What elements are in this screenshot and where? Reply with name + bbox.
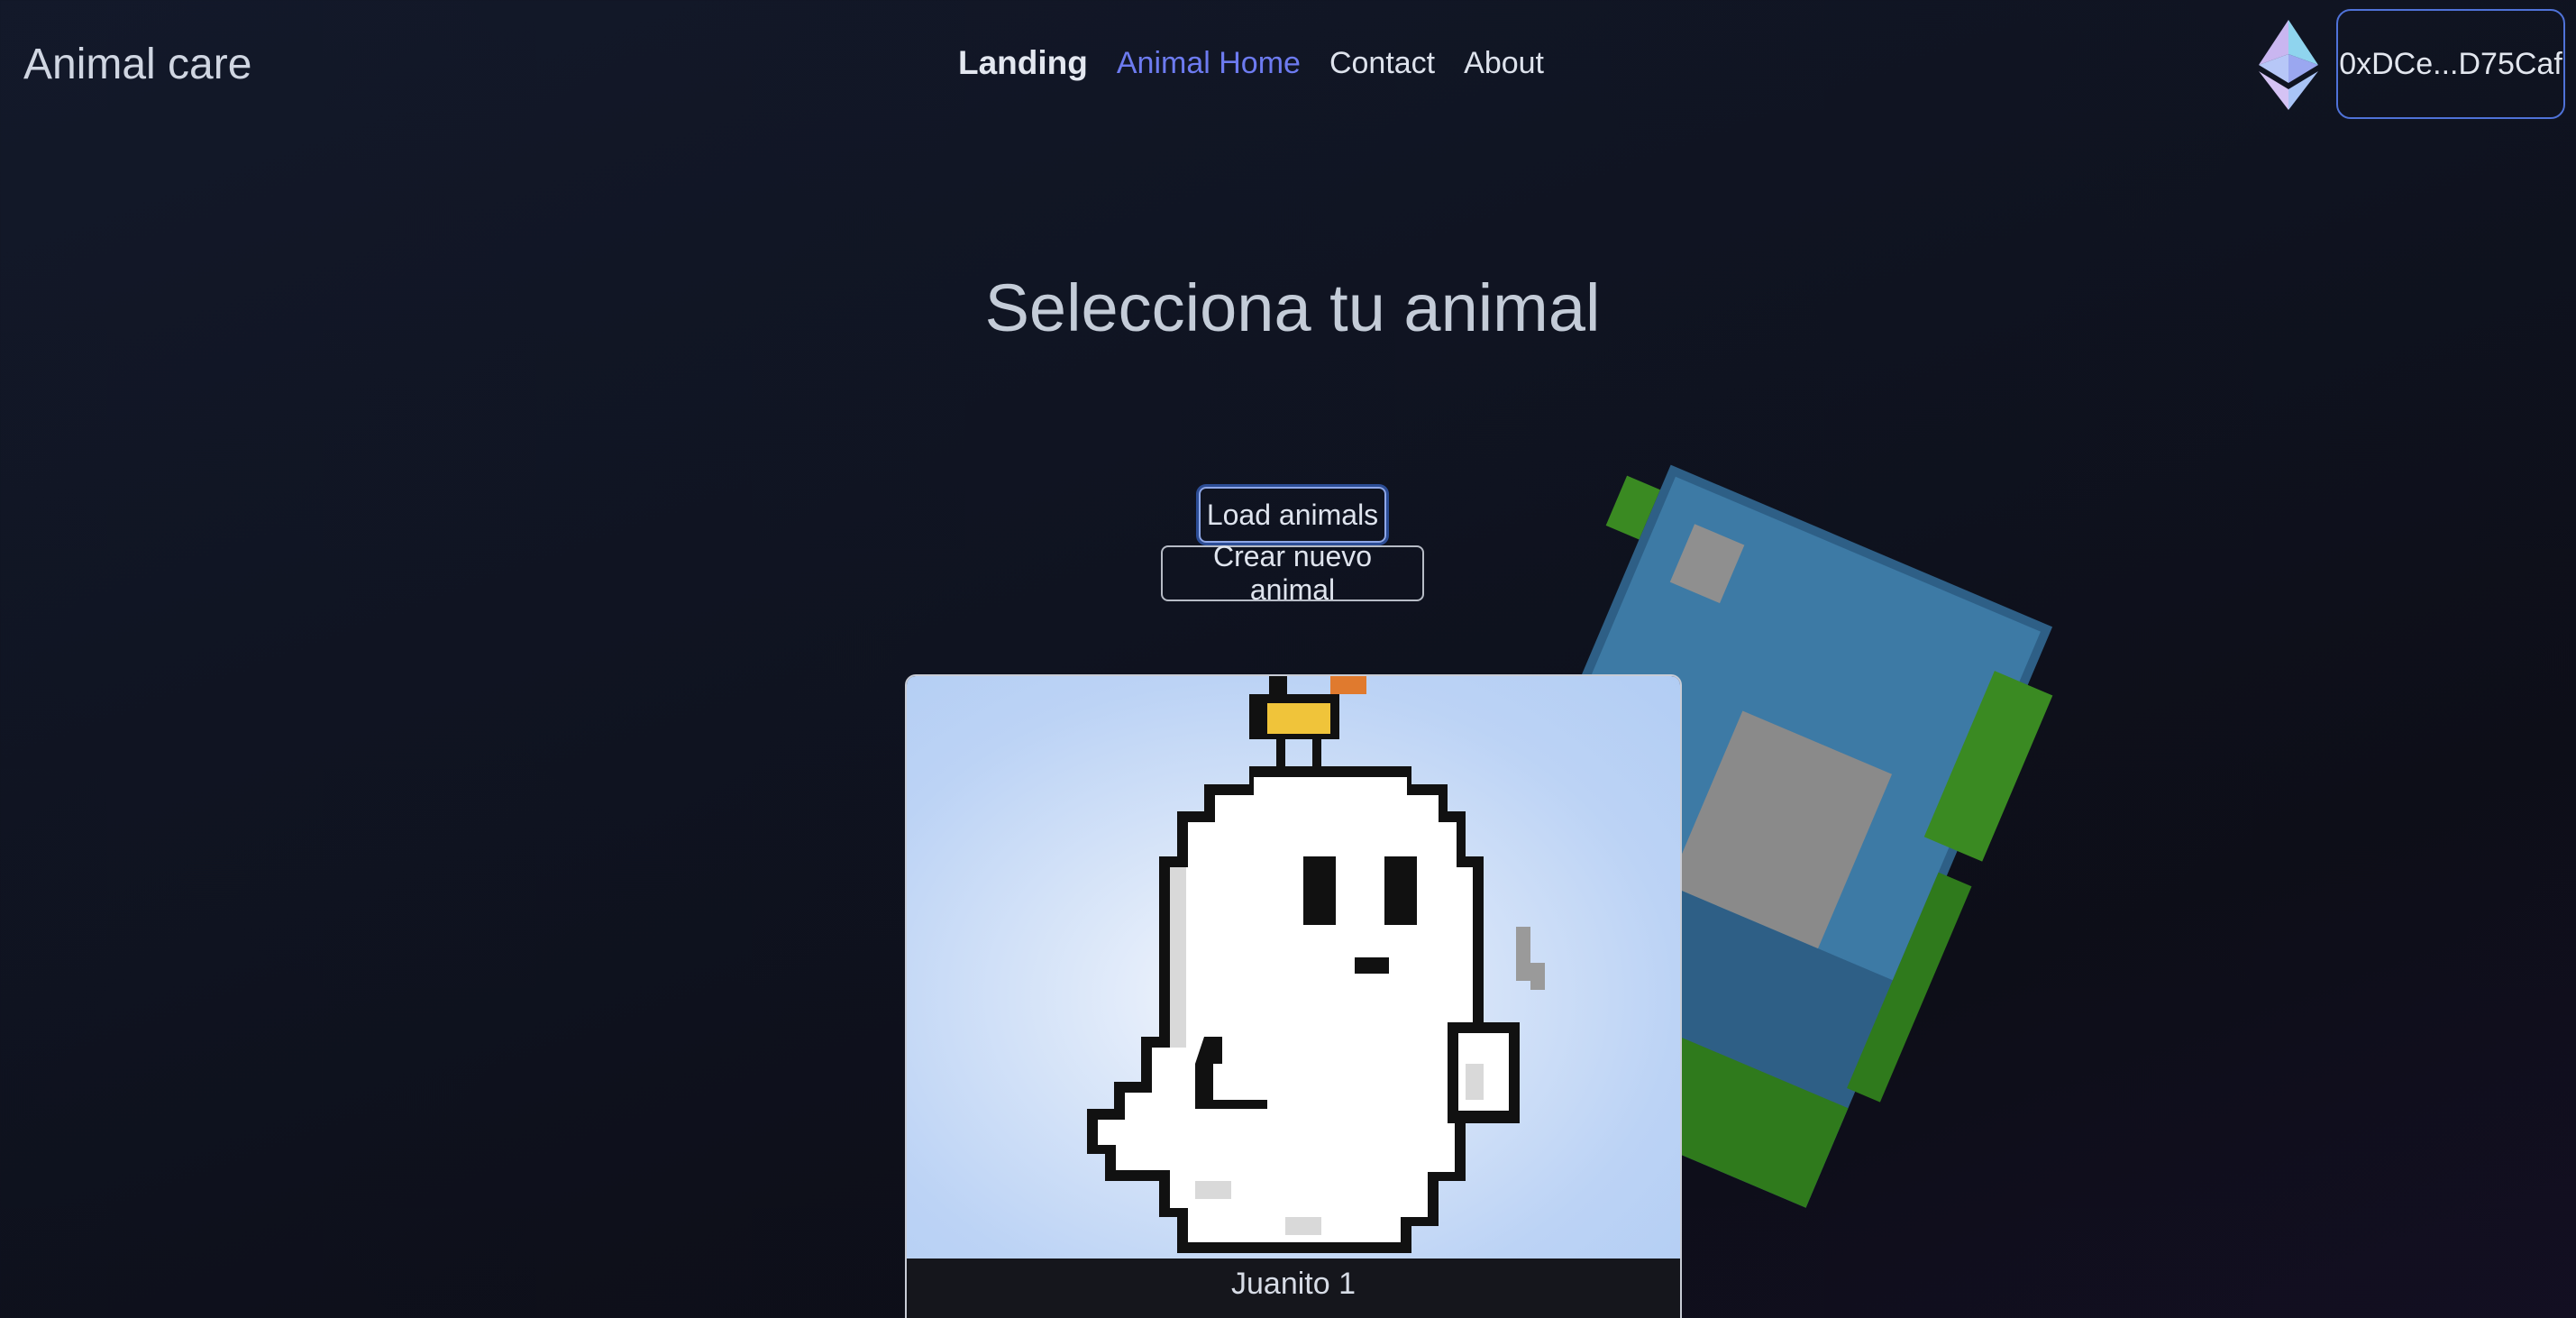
load-animals-button[interactable]: Load animals	[1199, 487, 1386, 543]
create-animal-button[interactable]: Crear nuevo animal	[1161, 540, 1424, 606]
wallet-address-button[interactable]: 0xDCe...D75Caf	[2336, 9, 2565, 119]
animal-name: Juanito 1	[1231, 1267, 1356, 1301]
pixel-ghost-icon	[1087, 676, 1545, 1253]
nav-item-animal-home[interactable]: Animal Home	[1117, 46, 1301, 81]
nav-item-about[interactable]: About	[1464, 46, 1544, 81]
page-title: Selecciona tu animal	[984, 270, 1601, 345]
nav-item-landing[interactable]: Landing	[958, 44, 1088, 82]
animal-image	[907, 676, 1680, 1259]
brand-title: Animal care	[23, 41, 252, 88]
ethereum-icon	[2259, 20, 2318, 110]
nav-item-contact[interactable]: Contact	[1329, 46, 1435, 81]
animal-card[interactable]: Juanito 1	[905, 674, 1682, 1318]
main-nav: Landing Animal Home Contact About	[958, 38, 1544, 88]
